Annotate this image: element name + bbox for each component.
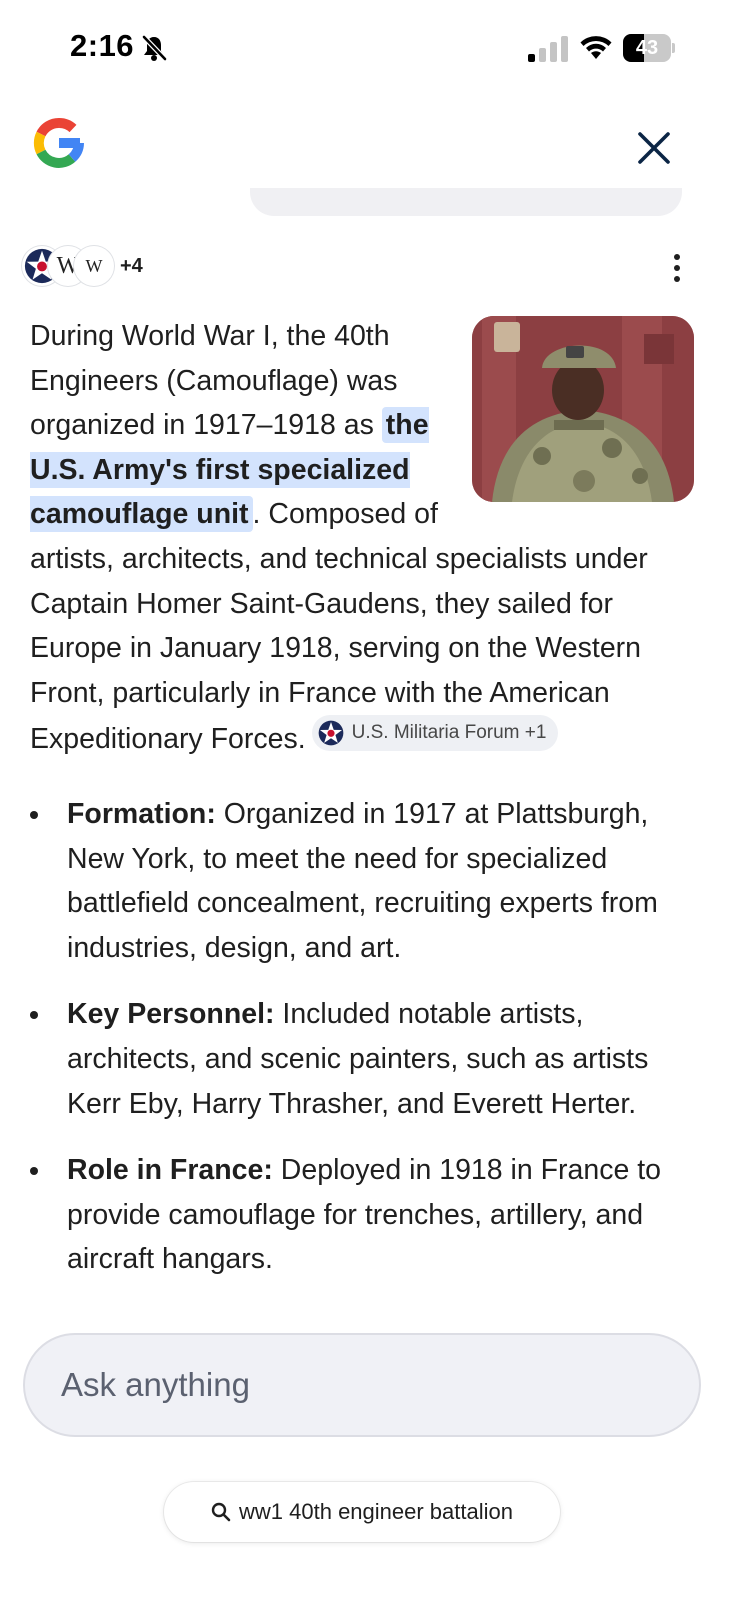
more-vert-icon[interactable] — [662, 250, 692, 286]
status-time: 2:16 — [70, 28, 135, 63]
bullet-label: Formation: — [67, 797, 216, 830]
wifi-icon — [580, 36, 612, 59]
list-item: Formation: Organized in 1917 at Plattsbu… — [30, 792, 700, 970]
wikipedia-icon: W — [74, 246, 114, 286]
answer-intro-text: During World War I, the 40th Engineers (… — [30, 320, 398, 442]
bell-slash-icon — [142, 35, 167, 61]
battery-level: 43 — [635, 37, 659, 59]
ask-anything-input[interactable] — [23, 1333, 701, 1437]
list-item: Role in France: Deployed in 1918 in Fran… — [30, 1148, 700, 1282]
soldier-image[interactable] — [472, 316, 694, 502]
citation-label: U.S. Militaria Forum +1 — [351, 722, 547, 744]
sources-button[interactable]: W W +4 — [22, 244, 143, 288]
previous-query-bubble — [250, 188, 682, 216]
battery-icon: 43 — [623, 34, 675, 62]
search-icon — [211, 1502, 231, 1522]
search-suggestion-label: ww1 40th engineer battalion — [239, 1499, 513, 1524]
sources-count: +4 — [120, 254, 143, 277]
close-button[interactable] — [628, 122, 680, 174]
list-item: Key Personnel: Included notable artists,… — [30, 992, 700, 1126]
close-icon — [638, 132, 670, 164]
status-bar: 2:16 43 — [0, 0, 739, 96]
cellular-signal-icon — [528, 36, 568, 62]
google-g-logo — [33, 117, 84, 168]
search-suggestion-chip[interactable]: ww1 40th engineer battalion — [164, 1482, 560, 1542]
citation-chip[interactable]: U.S. Militaria Forum +1 — [311, 715, 559, 752]
ai-answer: During World War I, the 40th Engineers (… — [30, 314, 700, 1304]
soldier-photo-illustration — [472, 316, 694, 502]
bullet-label: Role in France: — [67, 1154, 273, 1187]
bullet-label: Key Personnel: — [67, 998, 275, 1031]
military-roundel-icon — [318, 720, 343, 746]
answer-bullets: Formation: Organized in 1917 at Plattsbu… — [30, 792, 700, 1282]
